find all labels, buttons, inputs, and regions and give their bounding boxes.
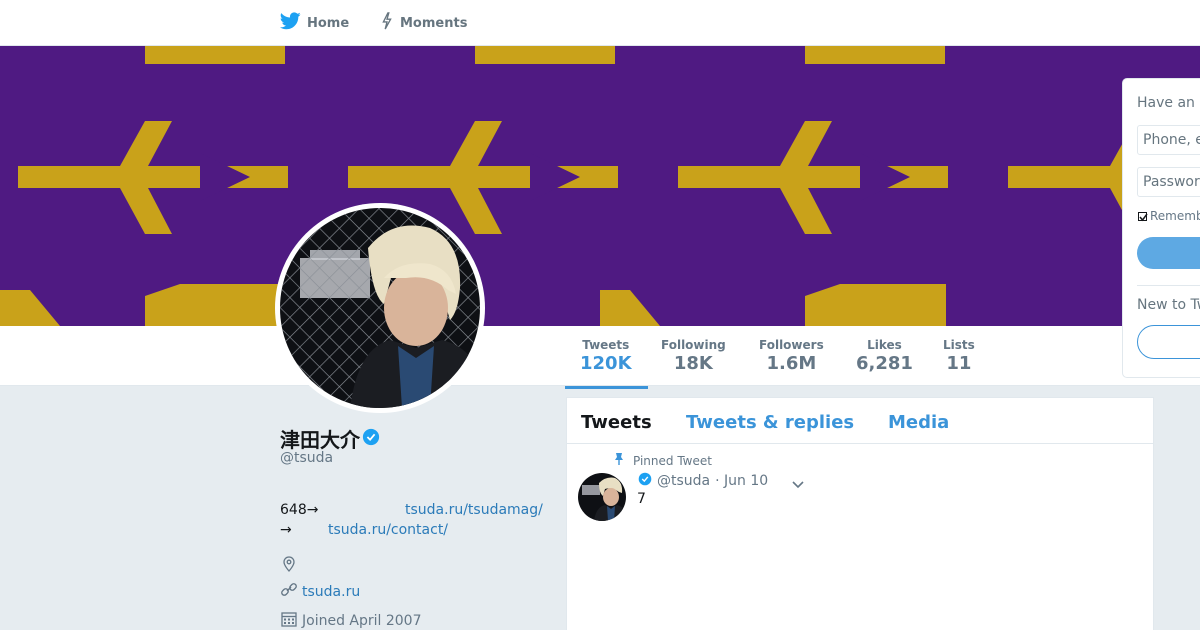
profile-joined: Joined April 2007 bbox=[302, 613, 422, 629]
signup-button[interactable] bbox=[1137, 325, 1200, 359]
login-divider bbox=[1137, 285, 1200, 286]
chevron-down-icon[interactable] bbox=[791, 475, 805, 494]
timeline: Tweets Tweets & replies Media Pinned Twe… bbox=[566, 397, 1154, 630]
bio-link-tsudamag[interactable]: tsuda.ru/tsudamag/ bbox=[405, 502, 543, 518]
stat-tweets-label: Tweets bbox=[582, 338, 630, 352]
twitter-bird-icon bbox=[279, 12, 301, 34]
banner-pattern bbox=[0, 46, 1200, 326]
password-field[interactable] bbox=[1137, 167, 1200, 197]
link-icon bbox=[280, 582, 298, 602]
top-nav: Home Moments bbox=[0, 0, 1200, 46]
stat-likes-value: 6,281 bbox=[856, 353, 913, 374]
profile-name: 津田大介 bbox=[280, 424, 380, 453]
stat-lists-value: 11 bbox=[946, 353, 972, 374]
bio-line2: → bbox=[280, 522, 292, 538]
profile-handle: @tsuda bbox=[280, 450, 334, 466]
stat-likes[interactable]: Likes 6,281 bbox=[856, 338, 913, 374]
pin-icon bbox=[613, 452, 625, 469]
stat-followers[interactable]: Followers 1.6M bbox=[759, 338, 824, 374]
stat-likes-label: Likes bbox=[867, 338, 902, 352]
verified-badge-icon bbox=[638, 472, 652, 490]
stat-lists-label: Lists bbox=[943, 338, 975, 352]
pinned-tweet-label: Pinned Tweet bbox=[613, 452, 712, 469]
tab-media[interactable]: Media bbox=[888, 412, 949, 433]
login-title: Have an account? bbox=[1137, 95, 1200, 111]
stat-following-value: 18K bbox=[673, 353, 713, 374]
pinned-text: Pinned Tweet bbox=[633, 453, 712, 468]
profile-name-text: 津田大介 bbox=[280, 428, 360, 452]
tab-tweets-replies[interactable]: Tweets & replies bbox=[686, 412, 854, 433]
lightning-icon bbox=[380, 12, 394, 34]
bio-line1: 648→ bbox=[280, 502, 319, 518]
bio-link-contact[interactable]: tsuda.ru/contact/ bbox=[328, 522, 448, 538]
tweet-handle[interactable]: @tsuda bbox=[657, 473, 710, 489]
login-button[interactable] bbox=[1137, 237, 1200, 269]
nav-moments-label: Moments bbox=[400, 15, 468, 31]
location-icon bbox=[281, 556, 297, 576]
username-field[interactable] bbox=[1137, 125, 1200, 155]
nav-home[interactable]: Home bbox=[279, 12, 350, 34]
stat-followers-value: 1.6M bbox=[766, 353, 817, 374]
new-to-twitter: New to Twitter? bbox=[1137, 297, 1200, 313]
profile-avatar[interactable] bbox=[275, 203, 485, 413]
profile-url-link[interactable]: tsuda.ru bbox=[302, 584, 360, 600]
nav-moments[interactable]: Moments bbox=[380, 12, 467, 34]
profile-nav: Tweets 120K Following 18K Followers 1.6M… bbox=[0, 326, 1200, 389]
stat-followers-label: Followers bbox=[759, 338, 824, 352]
tweet-avatar[interactable] bbox=[578, 473, 626, 521]
verified-badge-icon bbox=[362, 427, 380, 451]
remember-label: Remember me bbox=[1150, 209, 1200, 223]
stat-lists[interactable]: Lists 11 bbox=[943, 338, 975, 374]
stat-following[interactable]: Following 18K bbox=[661, 338, 726, 374]
profile-banner bbox=[0, 46, 1200, 326]
tweet-header: @tsuda · Jun 10 bbox=[638, 472, 768, 490]
nav-home-label: Home bbox=[307, 15, 350, 31]
profile-join-row: Joined April 2007 bbox=[280, 610, 422, 630]
tweet-date[interactable]: · Jun 10 bbox=[715, 473, 768, 489]
avatar-photo bbox=[280, 208, 480, 408]
timeline-tabs: Tweets Tweets & replies Media bbox=[567, 398, 1153, 444]
login-card: Have an account? Remember me New to Twit… bbox=[1122, 78, 1200, 378]
profile-url-row: tsuda.ru bbox=[280, 582, 360, 602]
remember-me[interactable]: Remember me bbox=[1138, 209, 1200, 223]
tab-tweets[interactable]: Tweets bbox=[581, 412, 652, 433]
tweet-text: 7 bbox=[637, 491, 646, 507]
stat-tweets-value: 120K bbox=[580, 353, 632, 374]
stat-following-label: Following bbox=[661, 338, 726, 352]
calendar-icon bbox=[280, 610, 298, 630]
stat-tweets[interactable]: Tweets 120K bbox=[565, 338, 647, 389]
remember-checkbox[interactable] bbox=[1138, 211, 1148, 221]
